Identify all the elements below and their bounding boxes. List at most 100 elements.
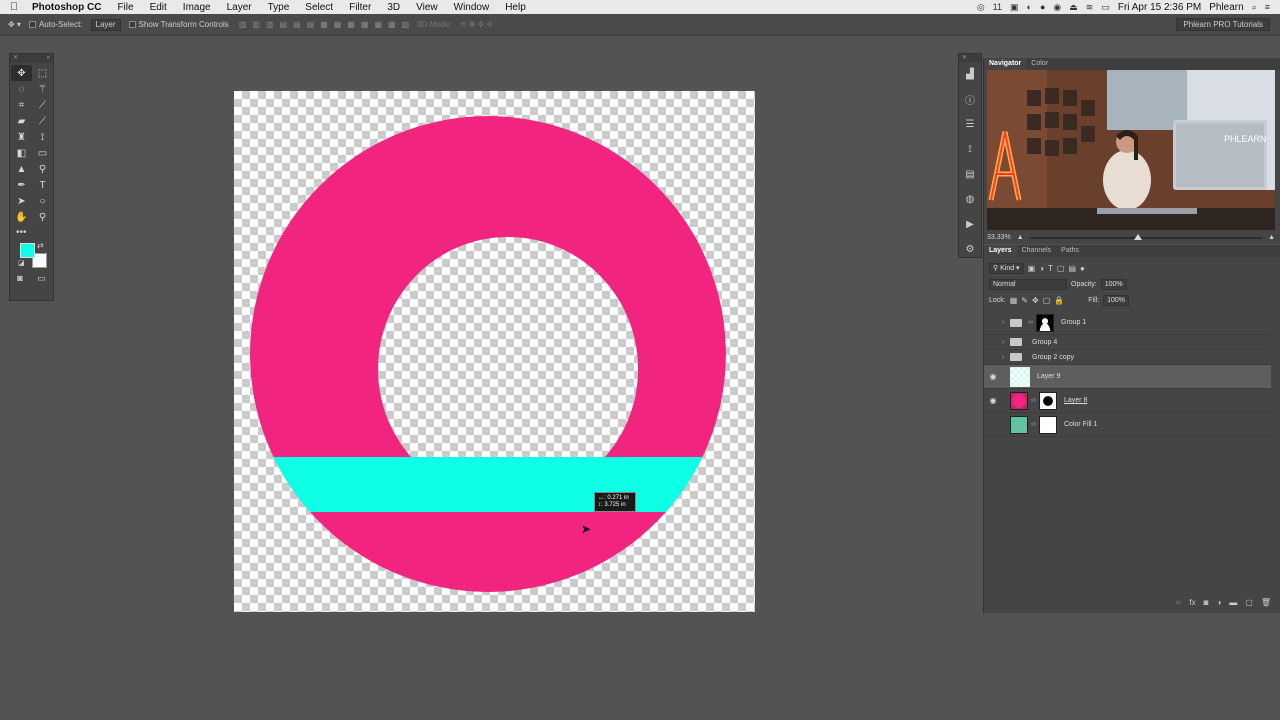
status-icon[interactable]: ◉	[1053, 2, 1061, 13]
zoom-slider[interactable]	[1029, 233, 1263, 240]
path-selection-tool-icon[interactable]: ➤	[11, 193, 32, 209]
distribute-icon[interactable]: ▦	[361, 20, 369, 29]
history-brush-tool-icon[interactable]: ⟟	[32, 129, 53, 145]
align-top-icon[interactable]: ▥	[239, 20, 247, 29]
lock-transparency-icon[interactable]: ▦	[1010, 296, 1018, 305]
layer-row-layer-9[interactable]: ◉ Layer 9	[984, 365, 1271, 389]
foreground-color-swatch[interactable]	[20, 243, 35, 258]
layer-name[interactable]: Layer 9	[1037, 373, 1060, 380]
auto-select-checkbox[interactable]	[28, 21, 36, 28]
smart-object-filter-icon[interactable]: ▤	[1068, 264, 1076, 273]
expand-arrow-icon[interactable]: ›	[1002, 354, 1010, 361]
transform-controls-checkbox[interactable]	[128, 21, 136, 28]
brush-presets-icon[interactable]: ⟟	[959, 137, 981, 162]
align-bottom-icon[interactable]: ▥	[266, 20, 274, 29]
menu-edit[interactable]: Edit	[142, 2, 175, 13]
user-name[interactable]: Phlearn	[1209, 2, 1243, 13]
histogram-icon[interactable]: ▟	[959, 62, 981, 87]
apple-icon[interactable]: 	[0, 1, 28, 13]
menu-list-icon[interactable]: ≡	[1265, 2, 1270, 12]
tab-color[interactable]: Color	[1026, 58, 1053, 70]
layer-name[interactable]: Group 2 copy	[1032, 354, 1074, 361]
layer-name[interactable]: Group 1	[1061, 319, 1086, 326]
adjustment-layer-icon[interactable]: ◑	[1216, 597, 1221, 609]
menu-type[interactable]: Type	[260, 2, 298, 13]
auto-align-icon[interactable]: ▧	[402, 20, 410, 29]
menu-filter[interactable]: Filter	[341, 2, 379, 13]
layer-filter-dropdown[interactable]: ⚲ Kind ▾	[989, 262, 1024, 274]
expand-arrow-icon[interactable]: ›	[1002, 319, 1010, 326]
workspace-dropdown[interactable]: Phlearn PRO Tutorials	[1176, 18, 1270, 31]
distribute-icon[interactable]: ▦	[347, 20, 355, 29]
3d-tools-icon[interactable]: ⟲ ✥ ✣ ✢	[460, 20, 493, 29]
eye-icon[interactable]: ◉	[984, 396, 1002, 405]
eraser-tool-icon[interactable]: ◧	[11, 145, 32, 161]
align-left-icon[interactable]: ▤	[280, 20, 288, 29]
clone-stamp-tool-icon[interactable]: ♜	[11, 129, 32, 145]
add-mask-icon[interactable]: ◙	[1204, 597, 1209, 609]
eject-icon[interactable]: ⏏	[1069, 2, 1078, 13]
blend-mode-dropdown[interactable]: Normal	[989, 278, 1067, 290]
type-filter-icon[interactable]: T	[1048, 264, 1053, 273]
fill-field[interactable]: 100%	[1103, 294, 1130, 306]
magic-wand-tool-icon[interactable]: ⚚	[32, 81, 53, 97]
layer-name[interactable]: Color Fill 1	[1064, 421, 1097, 428]
lock-all-icon[interactable]: 🔒	[1054, 296, 1064, 305]
battery-icon[interactable]: ▭	[1101, 2, 1110, 13]
menu-select[interactable]: Select	[297, 2, 341, 13]
auto-select-dropdown[interactable]: Layer	[90, 18, 121, 31]
tab-layers[interactable]: Layers	[984, 245, 1017, 257]
distribute-icon[interactable]: ▦	[320, 20, 328, 29]
menu-image[interactable]: Image	[175, 2, 219, 13]
move-tool-icon[interactable]: ✥	[11, 65, 32, 81]
layer-row-layer-8[interactable]: ◉ ∞ Layer 8	[984, 389, 1271, 413]
expand-arrow-icon[interactable]: ›	[1002, 339, 1010, 346]
menu-app-name[interactable]: Photoshop CC	[28, 2, 109, 13]
layer-row-group-4[interactable]: › Group 4	[984, 335, 1271, 350]
eye-icon[interactable]: ◉	[984, 372, 1002, 381]
menu-help[interactable]: Help	[497, 2, 534, 13]
swap-colors-icon[interactable]: ⇄	[37, 241, 44, 250]
link-layers-icon[interactable]: ∞	[1176, 597, 1182, 609]
distribute-icon[interactable]: ▦	[334, 20, 342, 29]
type-tool-icon[interactable]: T	[32, 177, 53, 193]
align-center-icon[interactable]: ▤	[293, 20, 301, 29]
layer-style-icon[interactable]: fx	[1189, 597, 1195, 609]
styles-icon[interactable]: ◍	[959, 187, 981, 212]
filter-toggle-icon[interactable]: ●	[1080, 264, 1085, 273]
zoom-in-icon[interactable]: ▲	[1268, 234, 1275, 241]
distribute-icon[interactable]: ▦	[374, 20, 382, 29]
layer-row-color-fill-1[interactable]: ∞ Color Fill 1	[984, 413, 1271, 437]
clock[interactable]: Fri Apr 15 2:36 PM	[1118, 2, 1201, 13]
info-icon[interactable]: ⓘ	[959, 87, 981, 112]
delete-layer-icon[interactable]: 🗑	[1261, 597, 1271, 609]
quick-mask-icon[interactable]: ◙	[17, 273, 22, 284]
document-canvas[interactable]	[234, 91, 755, 612]
zoom-out-icon[interactable]: ▲	[1017, 234, 1024, 241]
properties-icon[interactable]: ☰	[959, 112, 981, 137]
lock-pixels-icon[interactable]: ✎	[1021, 296, 1028, 305]
collapse-icon[interactable]: ✕	[959, 54, 981, 62]
new-group-icon[interactable]: ▬	[1229, 597, 1237, 609]
lasso-tool-icon[interactable]: ◌	[11, 81, 32, 97]
opacity-field[interactable]: 100%	[1100, 278, 1127, 290]
move-tool-preset[interactable]: ✥ ▾	[8, 20, 21, 29]
zoom-slider-handle[interactable]	[1134, 233, 1143, 240]
adjustments-icon[interactable]: ▤	[959, 162, 981, 187]
notification-icon[interactable]: ◎	[977, 2, 985, 13]
menu-3d[interactable]: 3D	[379, 2, 408, 13]
dodge-tool-icon[interactable]: ⚲	[32, 161, 53, 177]
ellipse-tool-icon[interactable]: ○	[32, 193, 53, 209]
actions-icon[interactable]: ▶	[959, 212, 981, 237]
pen-tool-icon[interactable]: ✒	[11, 177, 32, 193]
menu-view[interactable]: View	[408, 2, 446, 13]
collapse-icon[interactable]: «	[47, 54, 50, 63]
tab-paths[interactable]: Paths	[1056, 245, 1084, 257]
tab-navigator[interactable]: Navigator	[984, 58, 1027, 70]
shape-filter-icon[interactable]: ▢	[1057, 264, 1065, 273]
menu-window[interactable]: Window	[446, 2, 498, 13]
layer-row-group-1[interactable]: › ∞ Group 1	[984, 311, 1271, 335]
default-colors-icon[interactable]: ◪	[18, 259, 25, 267]
eyedropper-tool-icon[interactable]: ⟋	[32, 97, 53, 113]
tab-channels[interactable]: Channels	[1017, 245, 1057, 257]
